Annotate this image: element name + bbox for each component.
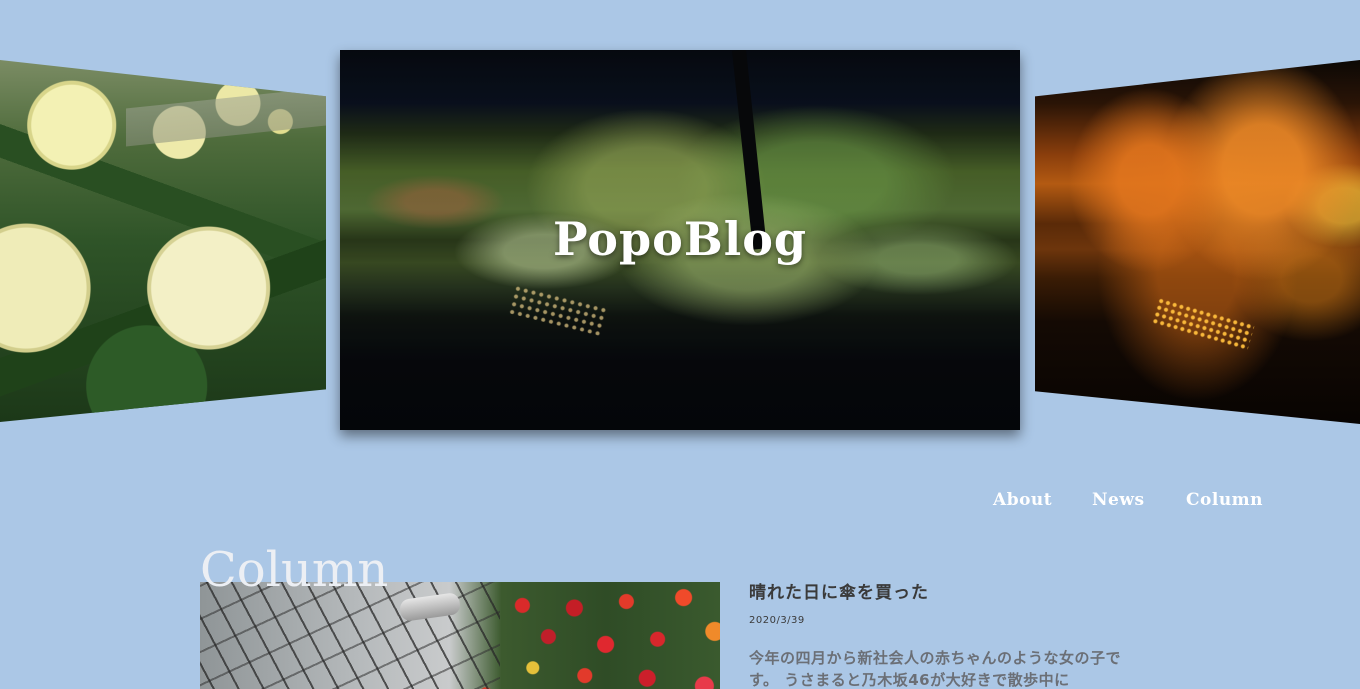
article-title[interactable]: 晴れた日に傘を買った bbox=[749, 578, 929, 603]
main-nav: About News Column bbox=[0, 490, 1360, 514]
site-title[interactable]: PopoBlog bbox=[340, 212, 1020, 266]
carousel-slide-previous[interactable] bbox=[0, 60, 326, 422]
carousel-slide-next[interactable] bbox=[1035, 60, 1360, 424]
nav-item-about[interactable]: About bbox=[993, 490, 1052, 510]
carousel-slide-current[interactable]: PopoBlog bbox=[340, 50, 1020, 430]
page: PopoBlog About News Column Column 晴れた日に傘… bbox=[0, 0, 1360, 689]
article-date: 2020/3/39 bbox=[749, 615, 805, 626]
nav-item-news[interactable]: News bbox=[1092, 490, 1145, 510]
section-title: Column bbox=[200, 542, 389, 598]
pond-lights bbox=[1151, 296, 1255, 352]
article-excerpt: 今年の四月から新社会人の赤ちゃんのような女の子です。 うさまると乃木坂46が大好… bbox=[749, 649, 1122, 689]
nav-item-column[interactable]: Column bbox=[1186, 490, 1263, 510]
